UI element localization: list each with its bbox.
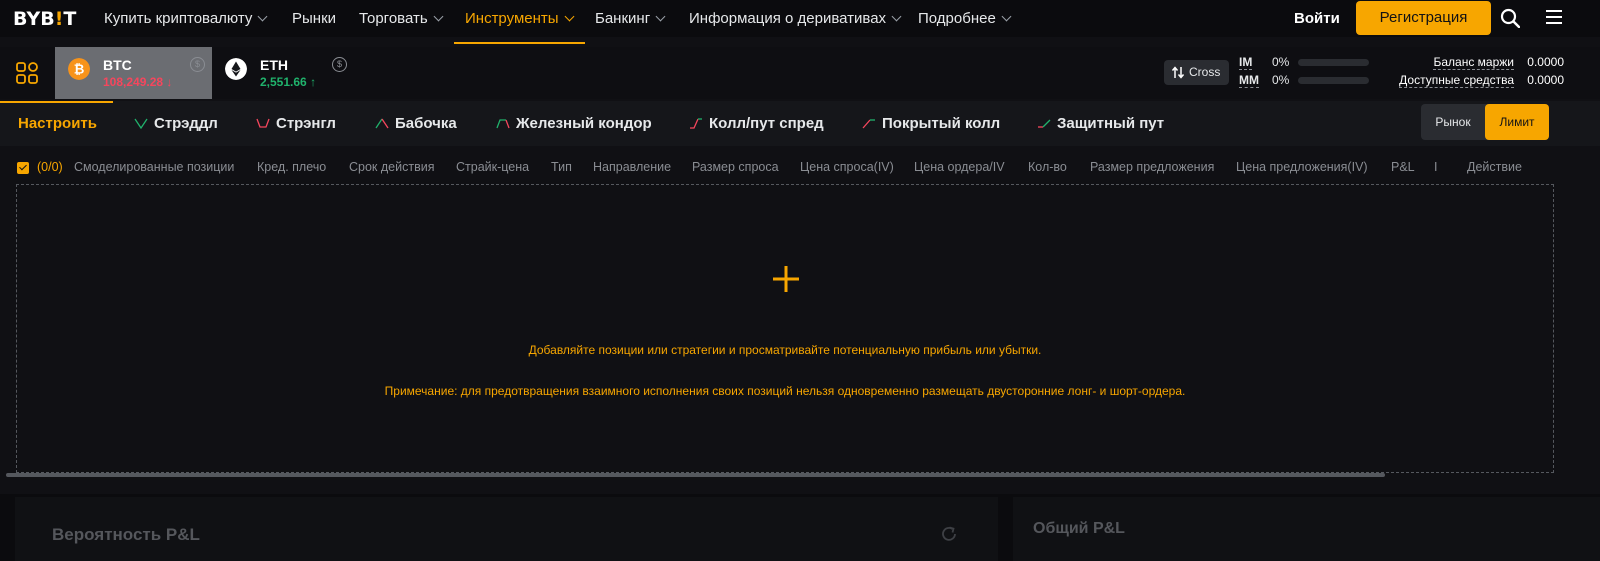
column-header: Цена спроса(IV) bbox=[800, 160, 894, 174]
nav-item-tools[interactable]: Инструменты bbox=[454, 0, 585, 44]
refresh-icon[interactable] bbox=[940, 525, 958, 543]
coin-bar: ₿ BTC 108,249.28 ↓ $ ETH 2,551.66 ↑ $ Cr… bbox=[0, 47, 1600, 99]
limit-order-option[interactable]: Лимит bbox=[1485, 104, 1549, 140]
nav-item-buy-crypto[interactable]: Купить криптовалюту bbox=[104, 0, 268, 37]
column-header: Действие bbox=[1467, 160, 1522, 174]
positions-count: (0/0) bbox=[37, 160, 63, 174]
mm-indicator: MM 0% bbox=[1239, 73, 1369, 88]
protective-put-icon bbox=[1038, 119, 1051, 128]
coin-tab-btc[interactable]: ₿ BTC 108,249.28 ↓ $ bbox=[55, 47, 212, 99]
market-order-option[interactable]: Рынок bbox=[1421, 104, 1485, 140]
covered-call-icon bbox=[862, 119, 875, 129]
coin-price: 108,249.28 ↓ bbox=[103, 75, 173, 89]
bitcoin-icon: ₿ bbox=[68, 58, 90, 80]
select-all-checkbox[interactable] bbox=[17, 162, 29, 174]
search-icon[interactable] bbox=[1500, 8, 1520, 28]
empty-positions-area[interactable]: Добавляйте позиции или стратегии и просм… bbox=[16, 184, 1554, 473]
empty-message: Добавляйте позиции или стратегии и просм… bbox=[528, 343, 1042, 357]
column-header: Смоделированные позиции bbox=[74, 160, 235, 174]
im-indicator: IM 0% bbox=[1239, 55, 1369, 70]
arrow-up-icon: ↑ bbox=[310, 75, 317, 89]
nav-item-banking[interactable]: Банкинг bbox=[595, 0, 666, 37]
column-header: Цена ордера/IV bbox=[914, 160, 1005, 174]
margin-balance-label: Баланс маржи bbox=[1433, 55, 1514, 70]
column-header: Срок действия bbox=[349, 160, 435, 174]
available-funds-label: Доступные средства bbox=[1399, 73, 1514, 88]
column-header: Тип bbox=[551, 160, 572, 174]
menu-icon[interactable] bbox=[1546, 10, 1562, 24]
positions-table-header: (0/0) Смоделированные позиции Кред. плеч… bbox=[0, 160, 1600, 180]
straddle-icon bbox=[134, 118, 148, 130]
chevron-down-icon bbox=[257, 11, 268, 22]
strategy-tab-customize[interactable]: Настроить bbox=[18, 101, 97, 146]
column-header: Страйк-цена bbox=[456, 160, 530, 174]
strategy-tab-call-put-spread[interactable]: Колл/пут спред bbox=[689, 101, 824, 146]
column-header: Размер предложения bbox=[1090, 160, 1215, 174]
svg-text:₿: ₿ bbox=[74, 63, 85, 78]
horizontal-scrollbar[interactable] bbox=[6, 473, 1385, 477]
bybit-logo[interactable]: BYB!T bbox=[13, 8, 76, 30]
im-progress-bar bbox=[1298, 59, 1369, 66]
strategy-tab-straddle[interactable]: Стрэддл bbox=[134, 101, 218, 146]
nav-item-markets[interactable]: Рынки bbox=[292, 0, 336, 37]
iron-condor-icon bbox=[496, 119, 510, 129]
column-header: Кол-во bbox=[1028, 160, 1067, 174]
cross-margin-button[interactable]: Cross bbox=[1164, 60, 1229, 85]
chevron-down-icon bbox=[1001, 11, 1012, 22]
strangle-icon bbox=[256, 118, 270, 128]
coin-name: ETH bbox=[260, 57, 288, 73]
coin-name: BTC bbox=[103, 57, 132, 73]
chevron-down-icon bbox=[564, 11, 574, 22]
ethereum-icon bbox=[225, 58, 247, 80]
column-header: Цена предложения(IV) bbox=[1236, 160, 1368, 174]
available-funds-value: 0.0000 bbox=[1527, 73, 1564, 87]
call-put-spread-icon bbox=[690, 118, 702, 129]
chevron-down-icon bbox=[891, 11, 902, 22]
total-pnl-title: Общий P&L bbox=[1033, 520, 1125, 537]
register-button[interactable]: Регистрация bbox=[1356, 1, 1491, 35]
switch-icon[interactable]: $ bbox=[190, 57, 205, 72]
butterfly-icon bbox=[375, 118, 389, 129]
nav-item-trade[interactable]: Торговать bbox=[359, 0, 444, 37]
swap-icon bbox=[1172, 66, 1184, 79]
column-header: Направление bbox=[593, 160, 672, 174]
margin-balance-value: 0.0000 bbox=[1527, 55, 1564, 69]
coin-tab-eth[interactable]: ETH 2,551.66 ↑ $ bbox=[212, 47, 352, 99]
column-header: P&L bbox=[1391, 160, 1415, 174]
nav-item-derivatives-info[interactable]: Информация о деривативах bbox=[689, 0, 902, 37]
column-header: Размер спроса bbox=[692, 160, 779, 174]
top-navigation: BYB!T Купить криптовалюту Рынки Торговат… bbox=[0, 0, 1600, 44]
nav-item-more[interactable]: Подробнее bbox=[918, 0, 1012, 37]
strategy-tab-covered-call[interactable]: Покрытый колл bbox=[862, 101, 1000, 146]
arrow-down-icon: ↓ bbox=[166, 75, 173, 89]
column-header: Кред. плечо bbox=[257, 160, 327, 174]
empty-note: Примечание: для предотвращения взаимного… bbox=[384, 384, 1186, 398]
strategy-tab-butterfly[interactable]: Бабочка bbox=[375, 101, 457, 146]
order-type-toggle: Рынок Лимит bbox=[1421, 104, 1549, 140]
column-header: I bbox=[1434, 160, 1438, 174]
strategy-tab-iron-condor[interactable]: Железный кондор bbox=[496, 101, 652, 146]
strategy-tab-protective-put[interactable]: Защитный пут bbox=[1037, 101, 1164, 146]
pnl-probability-title: Вероятность P&L bbox=[52, 525, 200, 544]
strategy-tab-strangle[interactable]: Стрэнгл bbox=[256, 101, 336, 146]
chevron-down-icon bbox=[655, 11, 666, 22]
mm-progress-bar bbox=[1298, 77, 1369, 84]
chevron-down-icon bbox=[433, 11, 444, 22]
coin-price: 2,551.66 ↑ bbox=[260, 75, 317, 89]
login-link[interactable]: Войти bbox=[1294, 0, 1340, 37]
grid-icon[interactable] bbox=[16, 62, 38, 84]
plus-icon[interactable] bbox=[771, 264, 801, 294]
switch-icon[interactable]: $ bbox=[332, 57, 347, 72]
strategy-bar: Настроить Стрэддл Стрэнгл Бабочка Железн… bbox=[0, 101, 1600, 146]
